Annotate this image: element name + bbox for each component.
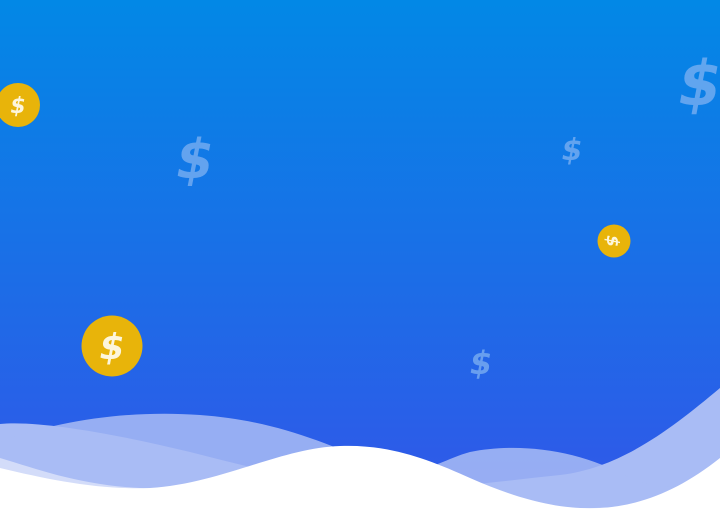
floating-dollar-sign-icon: $ (176, 128, 214, 191)
svg-text:$: $ (99, 327, 124, 368)
floating-dollar-sign-icon: $ (470, 344, 492, 382)
dollar-coin-icon: $ (81, 315, 143, 377)
background-art: $ $ $ $ $ $ $ (0, 0, 720, 527)
money-background-illustration: $ $ $ $ $ $ $ (0, 0, 720, 527)
floating-dollar-sign-icon: $ (562, 133, 583, 168)
svg-text:$: $ (602, 235, 622, 247)
svg-text:$: $ (10, 94, 25, 119)
dollar-coin-icon: $ (597, 224, 631, 258)
floating-dollar-sign-icon: $ (678, 47, 720, 120)
